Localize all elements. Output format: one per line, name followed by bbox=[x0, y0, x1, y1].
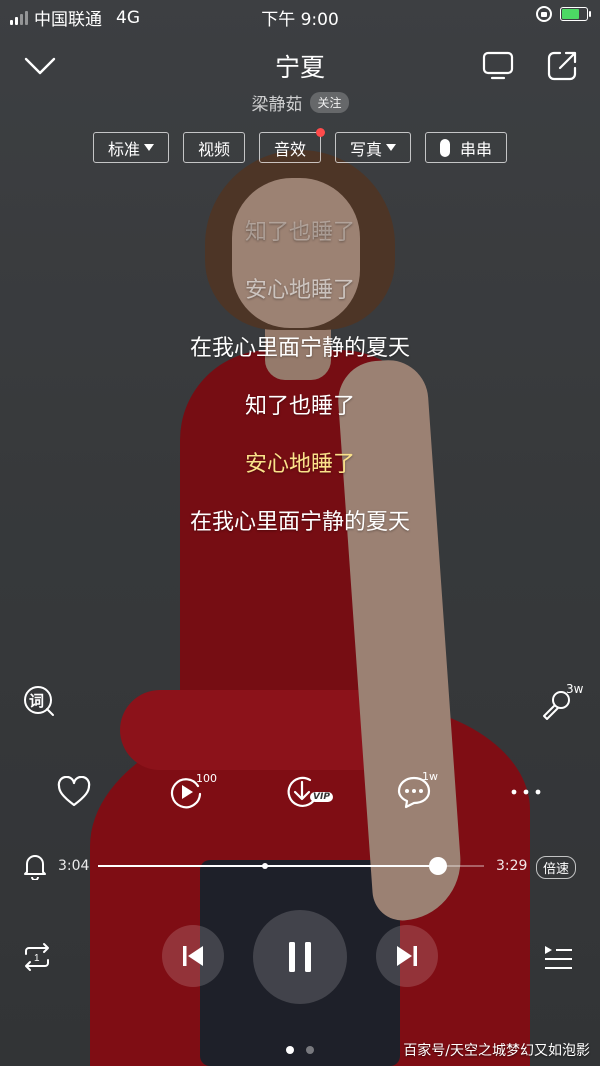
chuanchuan-toggle[interactable]: 串串 bbox=[425, 132, 508, 163]
like-button[interactable] bbox=[52, 772, 96, 812]
watermark-text: 百家号/天空之城梦幻又如泡影 bbox=[403, 1043, 590, 1059]
notification-dot bbox=[316, 128, 325, 137]
lyric-line[interactable]: 在我心里面宁静的夏天 bbox=[0, 504, 600, 536]
play-video-button[interactable]: 100 bbox=[164, 772, 217, 812]
rotation-lock-icon bbox=[536, 6, 552, 22]
vip-badge: VIP bbox=[310, 792, 333, 802]
playback-speed-button[interactable]: 倍速 bbox=[536, 856, 577, 879]
skip-previous-icon bbox=[183, 946, 203, 966]
repeat-one-icon: 1 bbox=[25, 943, 49, 971]
bell-icon bbox=[24, 855, 46, 881]
playlist-button[interactable] bbox=[542, 942, 574, 972]
battery-icon bbox=[560, 7, 591, 21]
share-button[interactable] bbox=[542, 46, 582, 86]
comment-count: 1w bbox=[422, 770, 438, 783]
lyric-line[interactable]: 在我心里面宁静的夏天 bbox=[0, 330, 600, 362]
tv-cast-icon bbox=[482, 51, 514, 80]
more-button[interactable] bbox=[504, 772, 548, 812]
lyric-line[interactable]: 知了也睡了 bbox=[0, 214, 600, 246]
sound-effects-label: 音效 bbox=[273, 139, 306, 159]
previous-track-button[interactable] bbox=[162, 925, 224, 987]
more-dots-icon bbox=[511, 789, 541, 795]
lyric-line[interactable]: 安心地睡了 bbox=[0, 272, 600, 304]
quality-label: 标准 bbox=[107, 139, 140, 159]
karaoke-button[interactable]: 3w bbox=[540, 682, 583, 722]
chuanchuan-label: 串串 bbox=[460, 139, 493, 159]
total-time: 3:29 bbox=[496, 858, 528, 874]
lyric-line[interactable]: 知了也睡了 bbox=[0, 388, 600, 420]
quality-selector[interactable]: 标准 bbox=[92, 132, 169, 163]
caret-down-icon bbox=[143, 144, 154, 151]
sleep-timer-button[interactable] bbox=[22, 852, 48, 881]
photos-selector[interactable]: 写真 bbox=[335, 132, 412, 163]
video-label: 视频 bbox=[197, 139, 230, 159]
pause-icon bbox=[289, 942, 311, 972]
lyrics-icon-label: 词 bbox=[29, 692, 45, 710]
status-bar: 中国联通 4G 下午 9:00 bbox=[0, 0, 600, 32]
current-lyric-line[interactable]: 安心地睡了 bbox=[0, 446, 600, 478]
page-dot[interactable] bbox=[306, 1046, 314, 1054]
repeat-mode-button[interactable]: 1 bbox=[20, 940, 54, 974]
playlist-icon bbox=[545, 946, 572, 969]
download-button[interactable]: VIP bbox=[280, 772, 333, 812]
progress-knob[interactable] bbox=[428, 857, 447, 875]
toggle-thumb-icon bbox=[440, 138, 451, 157]
status-time: 下午 9:00 bbox=[261, 10, 339, 30]
skip-next-icon bbox=[397, 946, 417, 966]
svg-text:1: 1 bbox=[34, 953, 40, 964]
next-track-button[interactable] bbox=[376, 925, 438, 987]
heart-icon bbox=[57, 776, 91, 807]
highlight-marker bbox=[262, 863, 268, 869]
page-dot[interactable] bbox=[286, 1046, 294, 1054]
elapsed-time: 3:04 bbox=[58, 858, 90, 874]
play-count: 100 bbox=[196, 772, 217, 785]
progress-slider[interactable] bbox=[98, 857, 484, 875]
photos-label: 写真 bbox=[350, 139, 383, 159]
comments-button[interactable]: 1w bbox=[392, 770, 438, 812]
play-pause-button[interactable] bbox=[253, 910, 347, 1004]
video-button[interactable]: 视频 bbox=[182, 132, 245, 163]
sing-count: 3w bbox=[566, 682, 584, 696]
lyrics-tools-button[interactable]: 词 bbox=[22, 684, 56, 718]
sound-effects-button[interactable]: 音效 bbox=[258, 128, 325, 163]
caret-down-icon bbox=[386, 144, 397, 151]
follow-button[interactable]: 关注 bbox=[310, 92, 349, 113]
artist-name[interactable]: 梁静茹 bbox=[251, 90, 302, 115]
cast-button[interactable] bbox=[478, 46, 518, 86]
share-icon bbox=[547, 51, 577, 81]
